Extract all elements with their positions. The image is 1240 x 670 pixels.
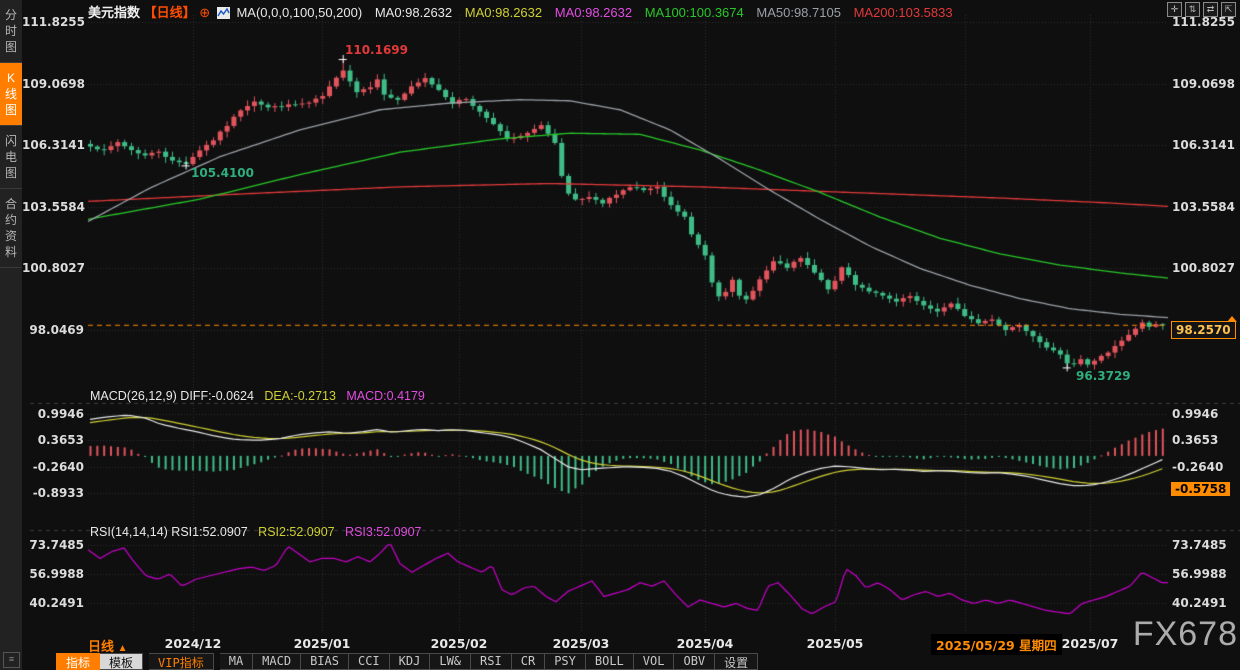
macd-highlight-badge: -0.5758 — [1171, 482, 1230, 496]
macd-tick-right: 0.3653 — [1172, 433, 1238, 447]
y-tick: 109.0698 — [22, 77, 84, 91]
x-axis-label: 2025/07 — [1062, 636, 1119, 651]
rsi-tick-right: 73.7485 — [1172, 538, 1238, 552]
scale-y-icon[interactable]: ⇅ — [1185, 2, 1200, 17]
toolbar-vip-button[interactable]: VIP指标 — [149, 653, 214, 670]
toolbar-rsi-button[interactable]: RSI — [471, 653, 512, 670]
ma-group-label: MA(0,0,0,100,50,200) — [236, 5, 362, 20]
rsi-tick-right: 56.9988 — [1172, 567, 1238, 581]
ma50-value: MA50:98.7105 — [756, 5, 841, 20]
toolbar-obv-button[interactable]: OBV — [674, 653, 715, 670]
macd-diff-label: MACD(26,12,9) DIFF:-0.0624 — [90, 389, 254, 403]
macd-tick: 0.9946 — [22, 407, 84, 421]
price-up-triangle-icon — [1227, 316, 1237, 322]
scale-x-icon[interactable]: ⇄ — [1203, 2, 1218, 17]
y-tick: 98.0469 — [22, 323, 84, 337]
chart-type-sidebar: 分时图 K线图 闪电图 合约资料 ≡ — [0, 0, 22, 670]
toolbar-vol-button[interactable]: VOL — [634, 653, 675, 670]
rsi-tick: 56.9988 — [22, 567, 84, 581]
ma0-value: MA0:98.2632 — [375, 5, 452, 20]
chart-header: 美元指数 【日线】 ⊕ MA(0,0,0,100,50,200) MA0:98.… — [88, 2, 962, 21]
sidebar-item-contract-info[interactable]: 合约资料 — [0, 189, 22, 268]
y-tick-right: 100.8027 — [1172, 261, 1238, 275]
ma0-value-2: MA0:98.2632 — [465, 5, 542, 20]
y-tick: 111.8255 — [22, 15, 84, 29]
sidebar-item-kline[interactable]: K线图 — [0, 63, 22, 126]
rsi-header: RSI(14,14,14) RSI1:52.0907 RSI2:52.0907 … — [90, 525, 422, 539]
window-tool-icons: ✛ ⇅ ⇄ ⇱ — [1167, 2, 1236, 17]
toolbar-settings-button[interactable]: 设置 — [715, 653, 758, 670]
sidebar-item-timeshare[interactable]: 分时图 — [0, 0, 22, 63]
toolbar-indicator-button[interactable]: 指标 — [56, 653, 100, 670]
y-tick: 103.5584 — [22, 200, 84, 214]
rsi-tick-right: 40.2491 — [1172, 596, 1238, 610]
y-tick: 106.3141 — [22, 138, 84, 152]
toolbar-ma-button[interactable]: MA — [220, 653, 253, 670]
macd-dea-label: DEA:-0.2713 — [264, 389, 336, 403]
macd-tick: 0.3653 — [22, 433, 84, 447]
ma100-value: MA100:100.3674 — [645, 5, 744, 20]
macd-tick: -0.8933 — [22, 486, 84, 500]
toolbar-template-button[interactable]: 模板 — [100, 653, 143, 670]
watermark: FX678 — [1133, 615, 1238, 654]
symbol-title: 美元指数 — [88, 5, 140, 20]
y-tick-right: 109.0698 — [1172, 77, 1238, 91]
toolbar-lw-button[interactable]: LW& — [430, 653, 471, 670]
rsi-tick: 40.2491 — [22, 596, 84, 610]
x-axis-label: 2024/12 — [165, 636, 222, 651]
high-price-label: 110.1699 — [345, 43, 408, 57]
x-axis-label: 2025/04 — [677, 636, 734, 651]
kline-app-window: 分时图 K线图 闪电图 合约资料 ≡ 美元指数 【日线】 ⊕ MA(0,0,0,… — [0, 0, 1240, 670]
selected-date-badge: 2025/05/29 星期四 — [931, 634, 1062, 655]
toolbar-kdj-button[interactable]: KDJ — [390, 653, 431, 670]
toolbar-bias-button[interactable]: BIAS — [301, 653, 349, 670]
y-tick-right: 103.5584 — [1172, 200, 1238, 214]
kline-thumb-icon[interactable] — [217, 7, 230, 19]
macd-tick-right: 0.9946 — [1172, 407, 1238, 421]
toolbar-psy-button[interactable]: PSY — [545, 653, 586, 670]
last-price-badge: 98.2570 — [1171, 321, 1236, 339]
toolbar-cr-button[interactable]: CR — [512, 653, 545, 670]
ma200-value: MA200:103.5833 — [854, 5, 953, 20]
chart-canvas[interactable] — [0, 0, 1240, 670]
rsi2-label: RSI2:52.0907 — [258, 525, 334, 539]
macd-tick-right: -0.2640 — [1172, 460, 1238, 474]
toolbar-boll-button[interactable]: BOLL — [586, 653, 634, 670]
x-axis-label: 2025/01 — [294, 636, 351, 651]
indicator-toolbar: 指标 模板 VIP指标 MA MACD BIAS CCI KDJ LW& RSI… — [56, 653, 758, 670]
toolbar-macd-button[interactable]: MACD — [253, 653, 301, 670]
menu-icon[interactable]: ≡ — [3, 652, 20, 668]
macd-value-label: MACD:0.4179 — [346, 389, 425, 403]
ma0-value-3: MA0:98.2632 — [555, 5, 632, 20]
macd-header: MACD(26,12,9) DIFF:-0.0624 DEA:-0.2713 M… — [90, 389, 425, 403]
period-tag: 【日线】 — [144, 5, 196, 20]
sidebar-item-flash[interactable]: 闪电图 — [0, 126, 22, 189]
expand-icon[interactable]: ⇱ — [1221, 2, 1236, 17]
x-axis-label: 2025/02 — [431, 636, 488, 651]
x-axis-label: 2025/03 — [553, 636, 610, 651]
y-tick: 100.8027 — [22, 261, 84, 275]
x-axis-label: 2025/05 — [807, 636, 864, 651]
y-tick-right: 111.8255 — [1172, 15, 1238, 29]
rsi-tick: 73.7485 — [22, 538, 84, 552]
rsi3-label: RSI3:52.0907 — [345, 525, 421, 539]
add-icon[interactable]: ⊕ — [199, 5, 210, 20]
pan-icon[interactable]: ✛ — [1167, 2, 1182, 17]
low-price-label: 105.4100 — [191, 166, 254, 180]
macd-tick: -0.2640 — [22, 460, 84, 474]
toolbar-cci-button[interactable]: CCI — [349, 653, 390, 670]
rsi1-label: RSI(14,14,14) RSI1:52.0907 — [90, 525, 248, 539]
y-tick-right: 106.3141 — [1172, 138, 1238, 152]
low-price-label-2: 96.3729 — [1076, 369, 1131, 383]
